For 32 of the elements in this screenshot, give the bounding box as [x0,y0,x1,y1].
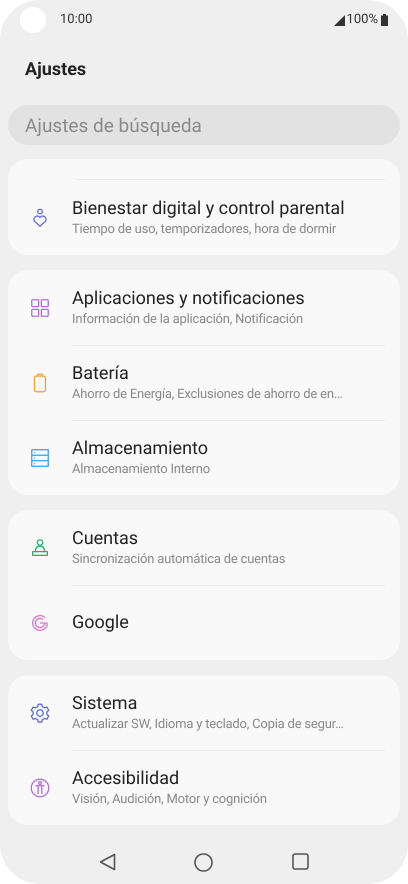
item-title: Bienestar digital y control parental [72,196,345,220]
settings-item[interactable]: Google [8,585,385,660]
settings-item[interactable]: Cuentas Sincronización automática de cuentas [8,510,385,585]
home-icon[interactable] [194,853,214,872]
item-title: Cuentas [72,526,138,550]
item-subtitle: Tiempo de uso, temporizadores, hora de dormir [72,220,336,238]
back-icon[interactable] [99,853,116,871]
item-title: Accesibilidad [72,767,180,791]
item-subtitle: Ahorro de Energía, Exclusiones de ahorro de en… [72,386,342,404]
settings-item[interactable]: Bienestar digital y control parental Tiempo de uso, temporizadores, hora de dormir [8,180,385,255]
item-title: Almacenamiento [72,437,208,461]
search-field[interactable]: Ajustes de búsqueda [8,105,400,145]
item-title: Google [72,611,129,635]
settings-item[interactable]: Aplicaciones y notificaciones Información de la aplicación, Notificación [8,270,385,345]
recents-icon[interactable] [292,853,309,870]
item-title: Batería [72,362,129,386]
clock: 10:00 [60,11,92,30]
item-title: Sistema [72,692,138,716]
settings-item[interactable]: Sistema Actualizar SW, Idioma y teclado, Copia de segur… [8,675,385,750]
page-title: Ajustes [25,58,88,82]
settings-item[interactable]: Batería Ahorro de Energía, Exclusiones de ahorro de en… [8,345,385,420]
item-subtitle: Visión, Audición, Motor y cognición [72,791,267,809]
settings-item[interactable]: Accesibilidad Visión, Audición, Motor y cognición [8,750,385,825]
signal-icon [334,14,345,26]
item-subtitle: Almacenamiento Interno [72,461,210,479]
item-subtitle: Información de la aplicación, Notificación [72,310,303,328]
settings-item[interactable]: Almacenamiento Almacenamiento Interno [8,420,385,495]
item-subtitle: Sincronización automática de cuentas [72,550,286,568]
battery-level: 100% [346,11,378,30]
item-subtitle: Actualizar SW, Idioma y teclado, Copia de segur… [72,716,344,734]
battery-icon [381,14,388,26]
item-title: Aplicaciones y notificaciones [72,286,305,310]
